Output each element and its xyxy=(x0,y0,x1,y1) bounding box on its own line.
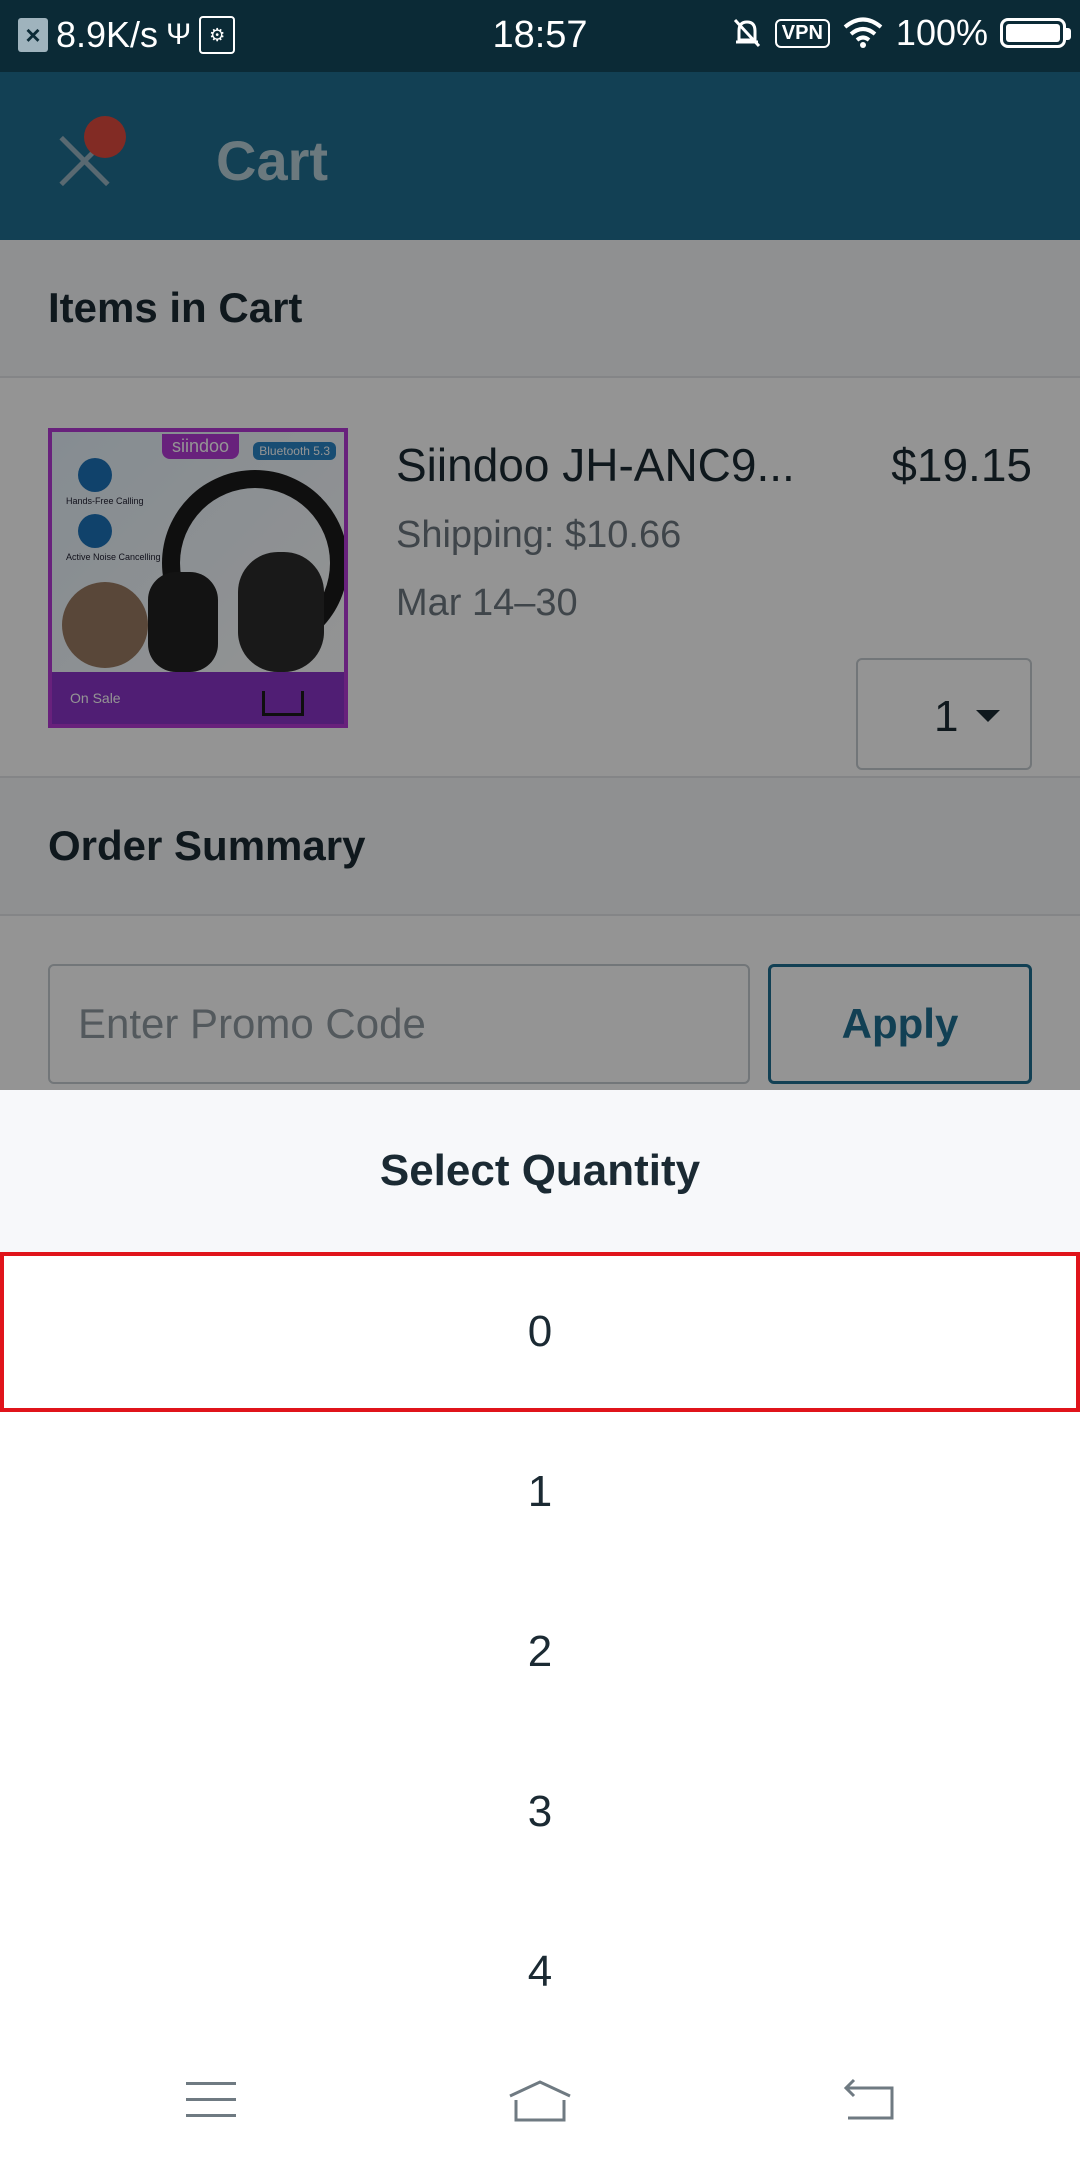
wifi-icon xyxy=(843,17,883,48)
system-nav-bar xyxy=(0,2060,1080,2160)
home-icon[interactable] xyxy=(506,2078,574,2124)
quantity-option-3[interactable]: 3 xyxy=(0,1732,1080,1892)
modal-scrim[interactable] xyxy=(0,72,1080,1090)
mute-bell-icon xyxy=(733,18,760,48)
back-icon[interactable] xyxy=(840,2078,900,2122)
quantity-option-0[interactable]: 0 xyxy=(0,1252,1080,1412)
status-bar: × 8.9K/s Ψ ⚙ 18:57 VPN 100% xyxy=(0,0,1080,72)
quantity-option-2[interactable]: 2 xyxy=(0,1572,1080,1732)
battery-icon xyxy=(1000,18,1071,48)
quantity-option-4[interactable]: 4 xyxy=(0,1892,1080,2052)
status-right: VPN 100% xyxy=(731,12,1071,54)
battery-percent: 100% xyxy=(895,12,988,53)
menu-icon[interactable] xyxy=(186,2080,236,2120)
select-quantity-sheet: Select Quantity 0 1 2 3 4 xyxy=(0,1090,1080,2060)
quantity-option-1[interactable]: 1 xyxy=(0,1412,1080,1572)
sheet-title: Select Quantity xyxy=(0,1090,1080,1252)
vpn-badge: VPN xyxy=(774,18,830,48)
